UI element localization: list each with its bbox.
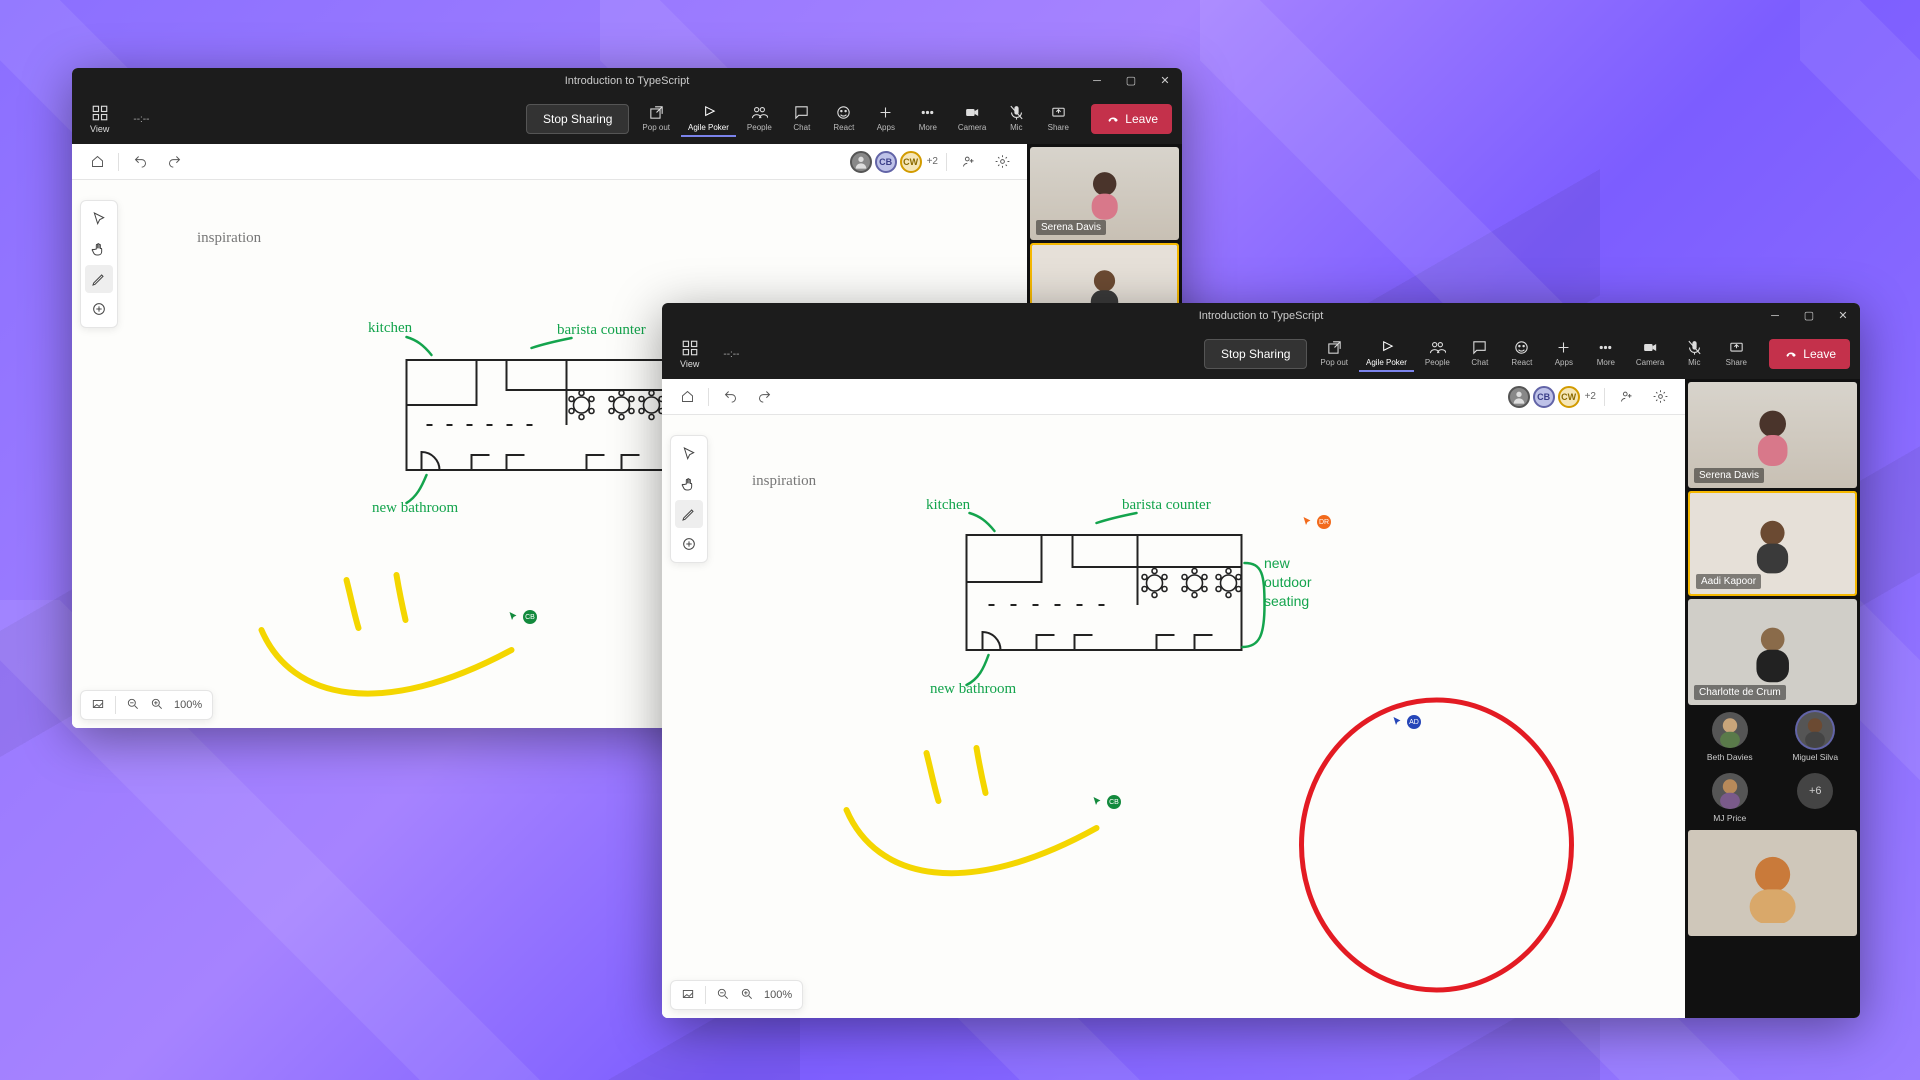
agile-poker-button[interactable]: Agile Poker xyxy=(1359,336,1414,372)
small-avatar-miguel[interactable]: Miguel Silva xyxy=(1776,712,1856,762)
avatar[interactable]: CW xyxy=(900,151,922,173)
view-button[interactable]: View xyxy=(672,335,707,373)
remote-cursor-blue: AD xyxy=(1392,715,1421,729)
annotation-kitchen: kitchen xyxy=(368,320,412,337)
annotation-outdoor: newoutdoorseating xyxy=(1264,555,1311,611)
zoom-controls: 100% xyxy=(670,980,803,1010)
annotation-kitchen: kitchen xyxy=(926,497,970,514)
popout-button[interactable]: Pop out xyxy=(635,101,677,137)
camera-button[interactable]: Camera xyxy=(1629,336,1671,372)
view-button[interactable]: View xyxy=(82,100,117,138)
undo-icon[interactable] xyxy=(127,149,153,175)
titlebar: Introduction to TypeScript ─ ▢ ✕ xyxy=(72,68,1182,94)
whiteboard-subbar: CB CW +2 xyxy=(72,144,1027,180)
remote-cursor-orange: DR xyxy=(1302,515,1331,529)
video-tile-aadi[interactable]: Aadi Kapoor xyxy=(1688,491,1857,597)
annotation-bathroom: new bathroom xyxy=(930,681,1016,698)
annotation-barista: barista counter xyxy=(1122,497,1211,514)
avatar[interactable]: CB xyxy=(1533,386,1555,408)
settings-icon[interactable] xyxy=(989,149,1015,175)
annotation-inspiration: inspiration xyxy=(197,230,261,247)
small-avatar-beth[interactable]: Beth Davies xyxy=(1690,712,1770,762)
window-title: Introduction to TypeScript xyxy=(72,75,1182,87)
meeting-toolbar: View --:-- Stop Sharing Pop out Agile Po… xyxy=(662,329,1860,379)
home-icon[interactable] xyxy=(84,149,110,175)
titlebar: Introduction to TypeScript ─ ▢ ✕ xyxy=(662,303,1860,329)
stop-sharing-button[interactable]: Stop Sharing xyxy=(1204,339,1307,369)
people-button[interactable]: People xyxy=(740,101,779,137)
small-avatar-mj[interactable]: MJ Price xyxy=(1690,773,1770,823)
react-button[interactable]: React xyxy=(825,101,863,137)
agile-poker-button[interactable]: Agile Poker xyxy=(681,101,736,137)
undo-icon[interactable] xyxy=(717,384,743,410)
camera-button[interactable]: Camera xyxy=(951,101,993,137)
elapsed-time: --:-- xyxy=(723,349,739,360)
meeting-toolbar: View --:-- Stop Sharing Pop out Agile Po… xyxy=(72,94,1182,144)
zoom-out-icon[interactable] xyxy=(716,987,730,1004)
elapsed-time: --:-- xyxy=(133,114,149,125)
chat-button[interactable]: Chat xyxy=(1461,336,1499,372)
video-tile-serena[interactable]: Serena Davis xyxy=(1688,382,1857,488)
remote-cursor-green: CB xyxy=(1092,795,1121,809)
zoom-controls: 100% xyxy=(80,690,213,720)
leave-button[interactable]: Leave xyxy=(1091,104,1172,134)
video-tile-self[interactable] xyxy=(1688,830,1857,936)
more-button[interactable]: More xyxy=(909,101,947,137)
more-participants-button[interactable]: +6 xyxy=(1776,773,1856,823)
video-tile[interactable]: Serena Davis xyxy=(1030,147,1179,240)
whiteboard-subbar: CB CW +2 xyxy=(662,379,1685,415)
video-tile-charlotte[interactable]: Charlotte de Crum xyxy=(1688,599,1857,705)
follow-icon[interactable] xyxy=(1613,384,1639,410)
participant-avatars[interactable]: CB CW +2 xyxy=(1508,386,1596,408)
small-avatars-row: Beth Davies Miguel Silva xyxy=(1688,708,1857,766)
zoom-out-icon[interactable] xyxy=(126,697,140,714)
settings-icon[interactable] xyxy=(1647,384,1673,410)
avatar[interactable]: CB xyxy=(875,151,897,173)
zoom-in-icon[interactable] xyxy=(740,987,754,1004)
small-avatars-row: MJ Price +6 xyxy=(1688,769,1857,827)
annotation-bathroom: new bathroom xyxy=(372,500,458,517)
toolbar-icons: Pop out Agile Poker People Chat React Ap… xyxy=(635,101,1077,137)
video-sidebar: Serena Davis Aadi Kapoor Charlotte de Cr… xyxy=(1685,379,1860,1018)
overflow-count[interactable]: +2 xyxy=(1585,391,1596,402)
fit-icon[interactable] xyxy=(91,697,105,714)
more-button[interactable]: More xyxy=(1587,336,1625,372)
apps-button[interactable]: Apps xyxy=(1545,336,1583,372)
participant-avatars[interactable]: CB CW +2 xyxy=(850,151,938,173)
apps-button[interactable]: Apps xyxy=(867,101,905,137)
mic-button[interactable]: Mic xyxy=(997,101,1035,137)
share-button[interactable]: Share xyxy=(1039,101,1077,137)
chat-button[interactable]: Chat xyxy=(783,101,821,137)
share-button[interactable]: Share xyxy=(1717,336,1755,372)
toolbar-icons: Pop out Agile Poker People Chat React Ap… xyxy=(1313,336,1755,372)
whiteboard-canvas[interactable]: inspiration kitchen barista counter newo… xyxy=(662,415,1685,1018)
fit-icon[interactable] xyxy=(681,987,695,1004)
avatar[interactable] xyxy=(850,151,872,173)
redo-icon[interactable] xyxy=(751,384,777,410)
people-button[interactable]: People xyxy=(1418,336,1457,372)
zoom-in-icon[interactable] xyxy=(150,697,164,714)
remote-cursor-green: CB xyxy=(508,610,537,624)
zoom-level: 100% xyxy=(764,989,792,1001)
leave-button[interactable]: Leave xyxy=(1769,339,1850,369)
home-icon[interactable] xyxy=(674,384,700,410)
zoom-level: 100% xyxy=(174,699,202,711)
avatar[interactable]: CW xyxy=(1558,386,1580,408)
annotation-barista: barista counter xyxy=(557,322,646,339)
follow-icon[interactable] xyxy=(955,149,981,175)
react-button[interactable]: React xyxy=(1503,336,1541,372)
stop-sharing-button[interactable]: Stop Sharing xyxy=(526,104,629,134)
popout-button[interactable]: Pop out xyxy=(1313,336,1355,372)
annotation-inspiration: inspiration xyxy=(752,473,816,490)
redo-icon[interactable] xyxy=(161,149,187,175)
overflow-count[interactable]: +2 xyxy=(927,156,938,167)
window-title: Introduction to TypeScript xyxy=(662,310,1860,322)
avatar[interactable] xyxy=(1508,386,1530,408)
teams-window-front: Introduction to TypeScript ─ ▢ ✕ View --… xyxy=(662,303,1860,1018)
mic-button[interactable]: Mic xyxy=(1675,336,1713,372)
